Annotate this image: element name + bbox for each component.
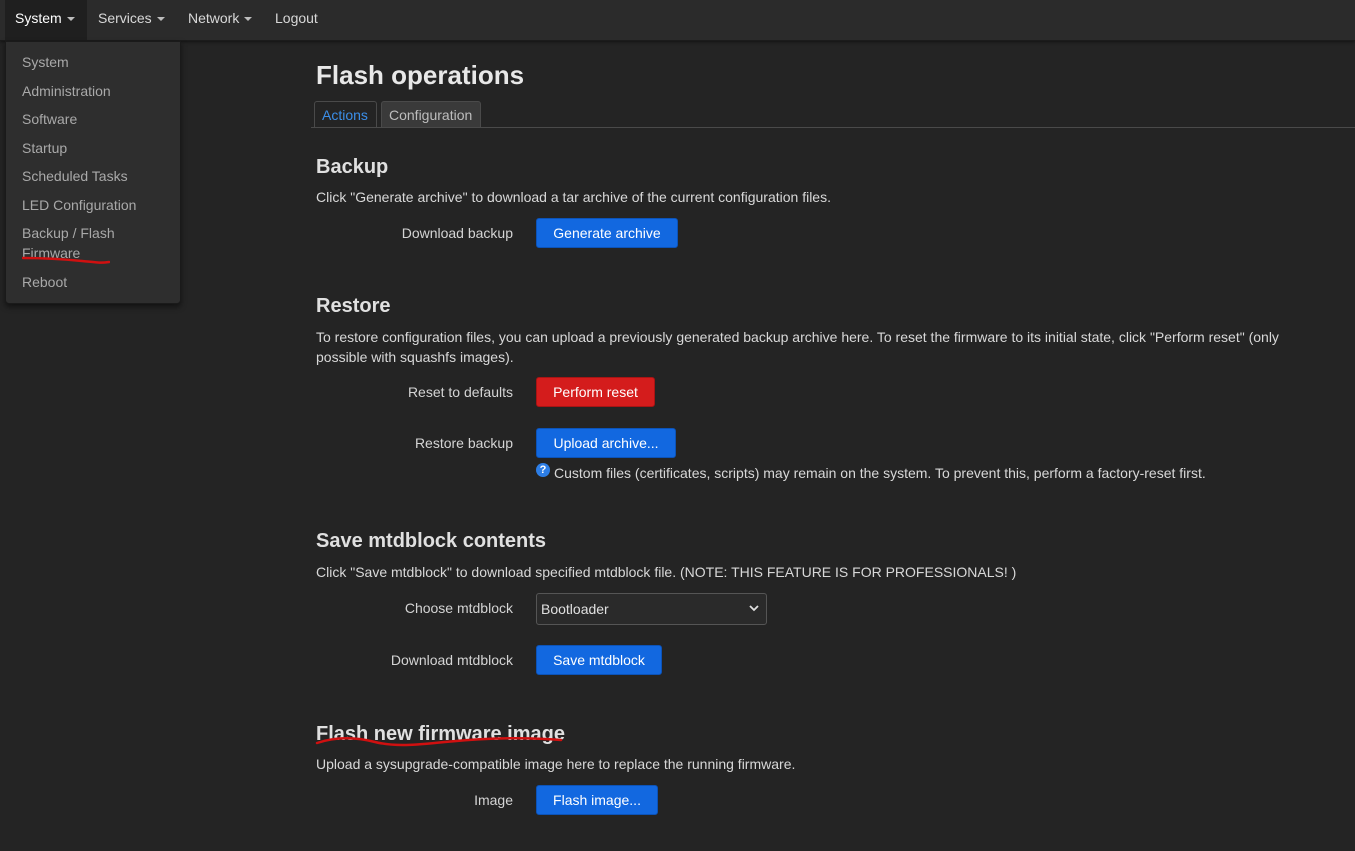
nav-menu-services[interactable]: Services	[88, 0, 175, 40]
perform-reset-button[interactable]: Perform reset	[536, 377, 655, 407]
mtdblock-heading: Save mtdblock contents	[316, 530, 547, 552]
dropdown-item-reboot[interactable]: Reboot	[22, 272, 172, 292]
nav-menu-system[interactable]: System	[5, 0, 87, 40]
caret-down-icon	[156, 17, 165, 22]
download-mtdblock-label: Download mtdblock	[390, 652, 513, 668]
tab-actions[interactable]: Actions	[314, 101, 377, 128]
flash-image-button[interactable]: Flash image...	[536, 785, 658, 815]
save-mtdblock-button[interactable]: Save mtdblock	[536, 645, 662, 675]
restore-help-text: Custom files (certificates, scripts) may…	[554, 465, 1206, 481]
tabs-divider	[311, 127, 1355, 128]
nav-menu-services-label: Services	[98, 10, 152, 26]
chevron-down-icon	[749, 605, 759, 612]
tab-configuration[interactable]: Configuration	[381, 101, 481, 128]
dropdown-item-administration[interactable]: Administration	[22, 81, 172, 101]
help-icon: ?	[536, 463, 550, 477]
reset-to-defaults-label: Reset to defaults	[407, 384, 513, 400]
mtdblock-description: Click "Save mtdblock" to download specif…	[316, 564, 1017, 580]
choose-mtdblock-label: Choose mtdblock	[404, 600, 513, 616]
dropdown-item-startup[interactable]: Startup	[22, 138, 172, 158]
upload-archive-button[interactable]: Upload archive...	[536, 428, 676, 458]
backup-heading: Backup	[316, 156, 389, 178]
image-label: Image	[474, 792, 513, 808]
mtdblock-select-value: Bootloader	[541, 601, 609, 617]
dropdown-item-software[interactable]: Software	[22, 109, 172, 129]
dropdown-item-scheduled-tasks[interactable]: Scheduled Tasks	[22, 166, 172, 186]
top-navbar: System Services Network Logout	[0, 0, 1355, 41]
generate-archive-button[interactable]: Generate archive	[536, 218, 678, 248]
mtdblock-select[interactable]: Bootloader	[536, 593, 767, 625]
caret-down-icon	[244, 17, 253, 22]
page-title: Flash operations	[316, 60, 525, 90]
red-underline-annotation	[22, 256, 110, 264]
restore-heading: Restore	[316, 295, 391, 317]
nav-menu-network[interactable]: Network	[178, 0, 262, 40]
restore-backup-label: Restore backup	[414, 435, 513, 451]
dropdown-item-led-configuration[interactable]: LED Configuration	[22, 195, 172, 215]
red-underline-annotation	[315, 737, 563, 747]
nav-logout[interactable]: Logout	[265, 0, 328, 40]
caret-down-icon	[66, 17, 75, 22]
nav-logout-label: Logout	[275, 10, 318, 26]
nav-menu-system-label: System	[15, 10, 62, 26]
dropdown-item-system[interactable]: System	[22, 52, 172, 72]
download-backup-label: Download backup	[401, 225, 513, 241]
nav-menu-network-label: Network	[188, 10, 240, 26]
restore-description: To restore configuration files, you can …	[316, 329, 1279, 365]
backup-description: Click "Generate archive" to download a t…	[316, 189, 831, 205]
flash-description: Upload a sysupgrade-compatible image her…	[316, 756, 796, 772]
